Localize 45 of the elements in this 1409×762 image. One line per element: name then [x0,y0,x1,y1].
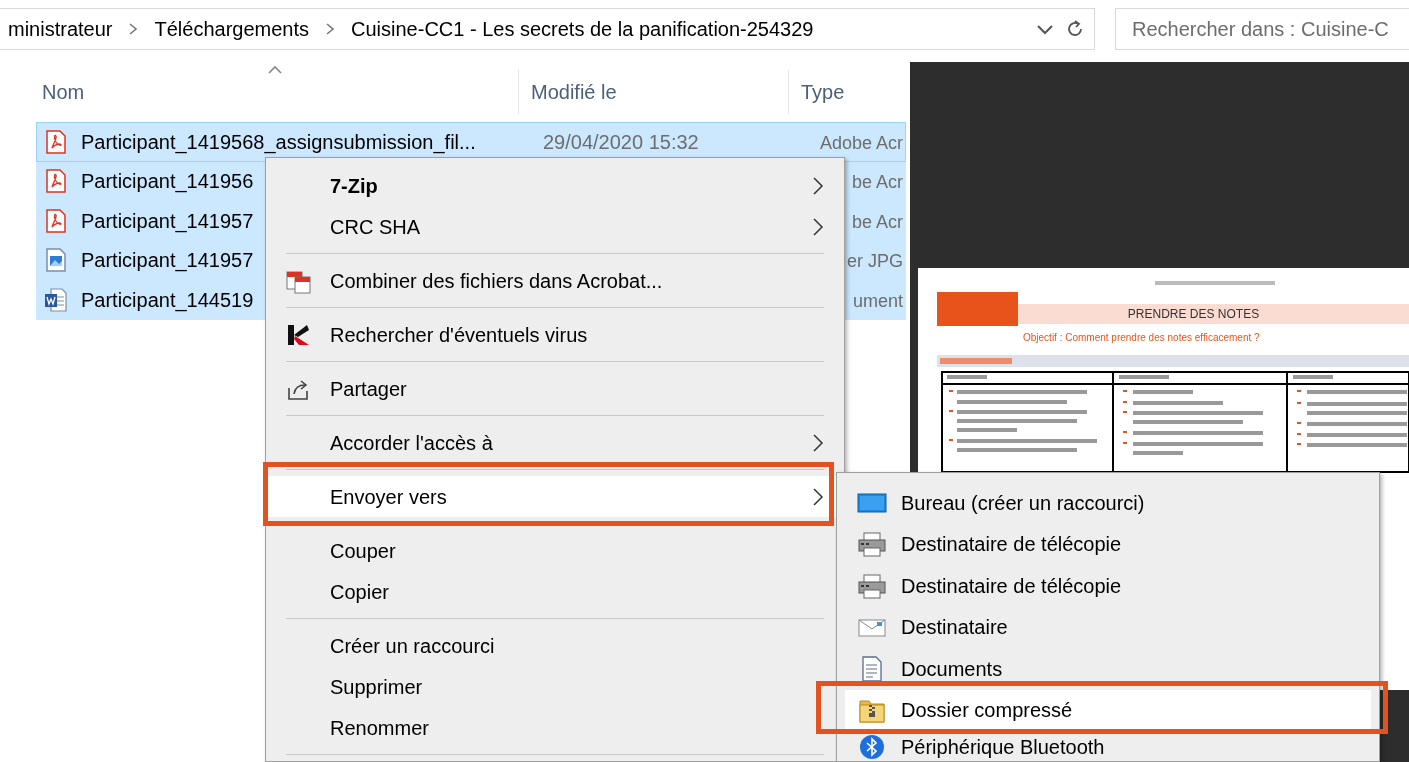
file-type: ument [852,290,903,311]
menu-item[interactable]: Accorder l'accès à [268,422,842,463]
file-row[interactable]: Participant_1419568_assignsubmission_fil... 29/04/2020 15:32 Adobe Acr [36,122,906,162]
document-heading: PRENDRE DES NOTES [1018,304,1409,324]
pdf-file-icon [45,129,67,154]
menu-item[interactable]: Destinataire de télécopie [837,565,1371,607]
menu-item[interactable]: Partager [268,368,842,409]
file-name: Participant_144519 [81,288,254,311]
menu-item[interactable]: 7-Zip [268,165,842,206]
menu-item[interactable]: Destinataire de télécopie [837,523,1371,565]
file-type: Adobe Acr [819,132,903,153]
modified-date: 29/04/2020 15:32 [542,129,700,155]
menu-item[interactable]: Rechercher d'éventuels virus [268,314,842,355]
sort-caret-icon [267,64,283,74]
column-header[interactable]: Type [789,62,1049,122]
column-header[interactable]: Nom [37,62,297,122]
file-name: Participant_141957 [81,209,254,232]
address-bar[interactable]: ministrateur Téléchargements Cuisine-CC1 - Les secrets de la panification-254329 [0,8,1095,50]
menu-item[interactable]: CRC SHA [268,206,842,247]
document-file-icon [45,287,67,312]
zip-folder-icon [857,697,887,724]
chevron-icon [128,22,139,36]
menu-item[interactable]: Périphérique Bluetooth [837,733,1371,761]
menu-item[interactable]: Dossier compressé [845,689,1371,731]
fax-machine-icon [857,531,887,558]
pdf-file-icon [45,208,67,233]
search-field[interactable]: Rechercher dans : Cuisine-C [1115,8,1409,50]
fax-machine-icon [857,572,887,599]
file-name: Participant_141956 [81,170,254,193]
file-type: be Acr [851,172,903,193]
bluetooth-icon [857,734,887,760]
pdf-file-icon [45,169,67,194]
menu-item[interactable]: Destinataire [837,606,1371,648]
menu-item[interactable]: Combiner des fichiers dans Acrobat... [268,260,842,301]
file-name: Participant_141957 [81,249,254,272]
chevron-icon [325,22,335,36]
column-header[interactable]: Modifié le [519,62,779,122]
breadcrumb[interactable]: ministrateur [8,14,113,44]
file-type: er JPG [847,251,903,272]
file-type: be Acr [851,211,903,232]
breadcrumb[interactable]: Téléchargements [154,14,309,44]
image-file-icon [45,248,67,273]
breadcrumb[interactable]: Cuisine-CC1 - Les secrets de la panification-254329 [351,14,814,44]
document-objective: Objectif : Comment prendre des notes efficacement ? [1023,331,1261,345]
file-name: Participant_1419568_assignsubmission_fil... [81,130,476,153]
